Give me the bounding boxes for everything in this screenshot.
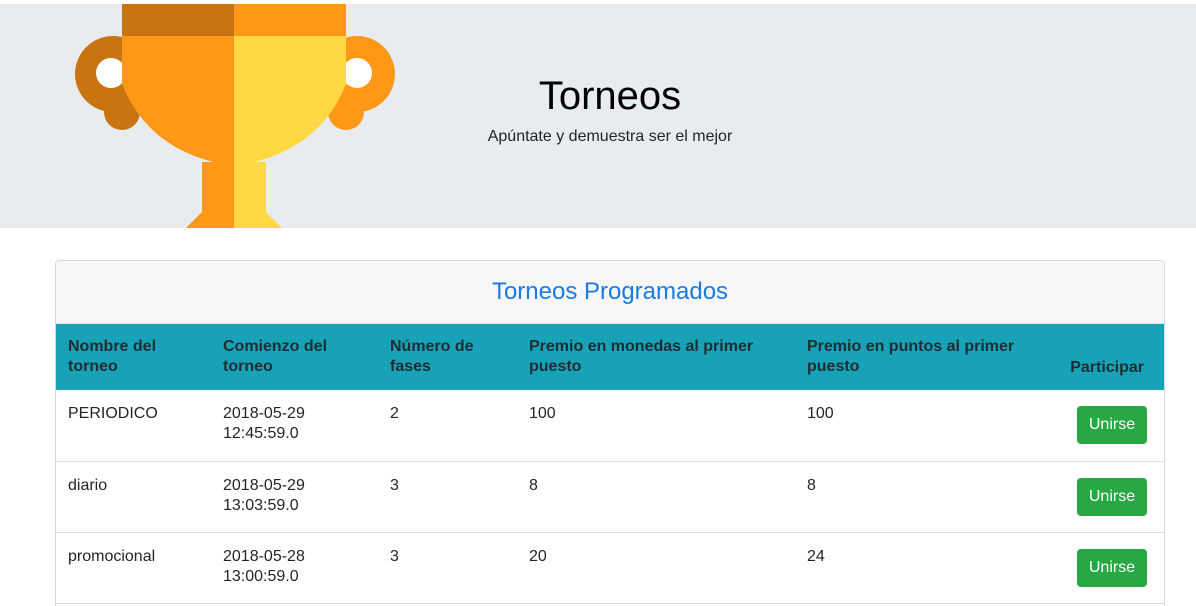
cell-coins: 20 <box>529 547 547 565</box>
col-header-name: Nombre del torneo <box>68 338 157 375</box>
jumbotron: Torneos Apúntate y demuestra ser el mejo… <box>0 4 1196 228</box>
card-header: Torneos Programados <box>56 261 1164 324</box>
table-row: promocional 2018-05-28 13:00:59.0 3 20 24… <box>56 532 1164 603</box>
table-header-row: Nombre del torneo Comienzo del torneo Nú… <box>56 324 1164 390</box>
cell-action: Unirse <box>1035 390 1164 461</box>
table-body: PERIODICO 2018-05-29 12:45:59.0 2 100 100… <box>56 390 1164 603</box>
col-header-points: Premio en puntos al primer puesto <box>807 338 1015 375</box>
cell-action: Unirse <box>1035 532 1164 603</box>
col-header-start: Comienzo del torneo <box>223 338 328 375</box>
page-title: Torneos <box>538 74 682 118</box>
col-header-participate: Participar <box>1070 359 1144 376</box>
cell-name: diario <box>68 476 108 494</box>
table-row: PERIODICO 2018-05-29 12:45:59.0 2 100 100… <box>56 390 1164 461</box>
cell-coins: 8 <box>529 476 538 494</box>
cell-start-time: 13:00:59.0 <box>223 567 299 585</box>
col-header-phases: Número de fases <box>390 338 474 375</box>
col-header-coins: Premio en monedas al primer puesto <box>529 338 754 375</box>
cell-start-date: 2018-05-28 <box>223 547 305 565</box>
card-title: Torneos Programados <box>491 278 729 305</box>
cell-phases: 2 <box>390 405 399 422</box>
tournaments-card: Torneos Programados Nombre del torneo Co… <box>55 260 1165 606</box>
cell-points: 8 <box>807 476 816 494</box>
page-subtitle: Apúntate y demuestra ser el mejor <box>487 128 733 145</box>
join-button[interactable]: Unirse <box>1077 406 1147 444</box>
join-button[interactable]: Unirse <box>1077 477 1147 516</box>
cell-name: PERIODICO <box>68 405 158 422</box>
tournaments-table: Nombre del torneo Comienzo del torneo Nú… <box>56 324 1164 604</box>
table-row: diario 2018-05-29 13:03:59.0 3 8 8 Unirse <box>56 461 1164 532</box>
cell-start: 2018-05-29 13:03:59.0 <box>211 461 378 532</box>
cell-phases: 3 <box>390 547 399 565</box>
trophy-icon <box>75 4 395 228</box>
cell-points: 24 <box>807 547 825 565</box>
cell-coins: 100 <box>529 405 556 422</box>
join-button[interactable]: Unirse <box>1077 548 1147 587</box>
cell-name: promocional <box>68 547 156 565</box>
table-head: Nombre del torneo Comienzo del torneo Nú… <box>56 324 1164 390</box>
cell-points: 100 <box>807 405 834 422</box>
cell-action: Unirse <box>1035 461 1164 532</box>
cell-start-time: 13:03:59.0 <box>223 496 299 514</box>
cell-start: 2018-05-29 12:45:59.0 <box>211 390 378 461</box>
cell-start-date: 2018-05-29 <box>223 476 305 494</box>
cell-start-date: 2018-05-29 <box>223 405 305 422</box>
cell-start-time: 12:45:59.0 <box>223 425 299 442</box>
cell-phases: 3 <box>390 476 399 494</box>
cell-start: 2018-05-28 13:00:59.0 <box>211 532 378 603</box>
